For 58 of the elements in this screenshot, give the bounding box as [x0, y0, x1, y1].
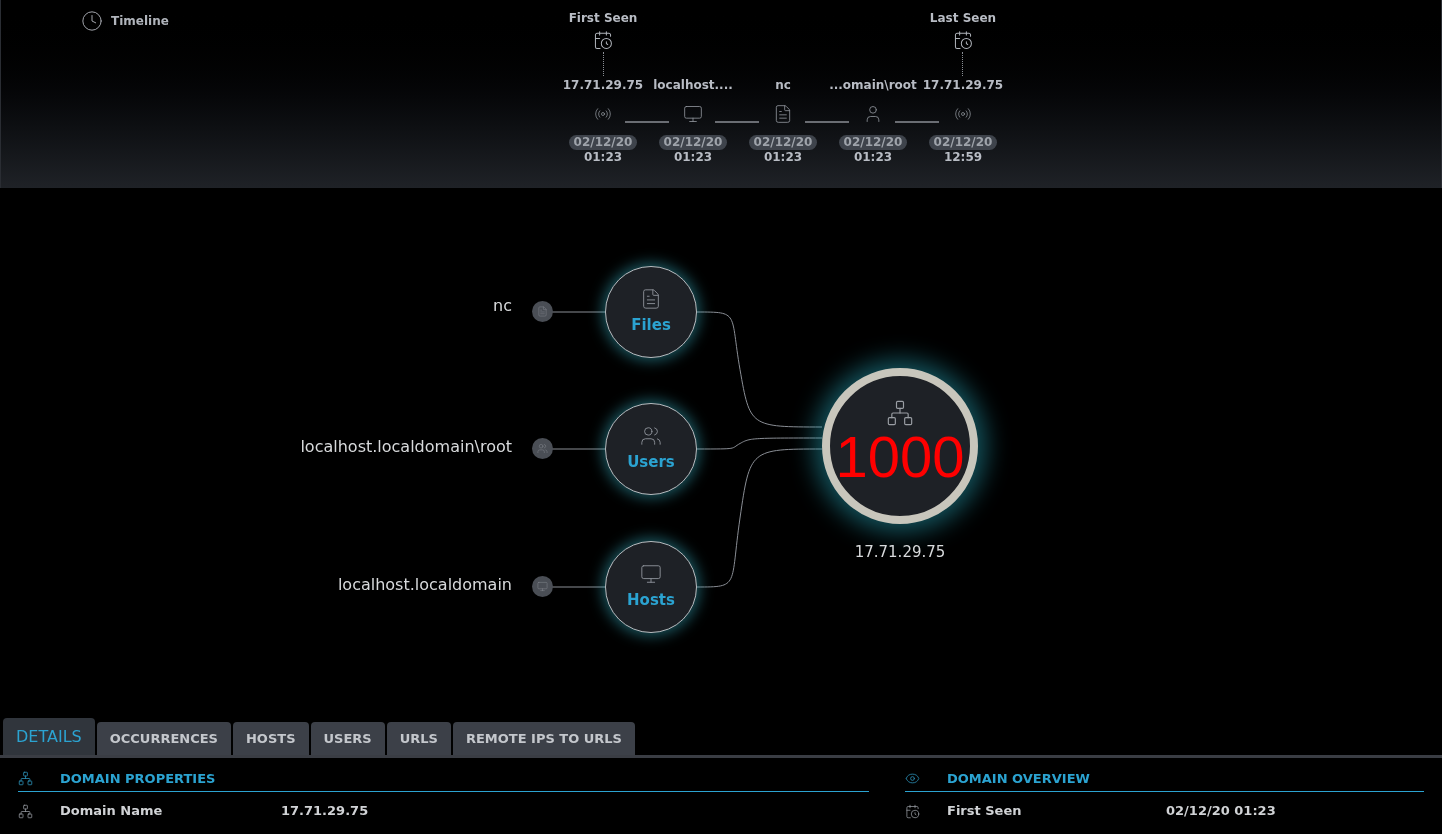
leaf-label: localhost.localdomain	[337, 574, 512, 596]
calendar-clock-icon	[592, 30, 614, 51]
network-icon	[18, 803, 33, 819]
leaf-node[interactable]	[532, 576, 553, 597]
tab[interactable]: REMOTE IPS TO URLS	[452, 722, 635, 755]
step-label: localhost....	[653, 77, 733, 94]
count-value: 1000	[835, 427, 965, 487]
time-label: 01:23	[583, 150, 623, 165]
user-icon	[640, 424, 662, 447]
network-icon	[886, 399, 914, 427]
property-value: 17.71.29.75	[281, 802, 369, 821]
file-icon	[537, 306, 548, 317]
calendar-clock-icon	[905, 803, 920, 819]
leaf-label: localhost.localdomain\root	[300, 436, 512, 458]
step-label: ...omain\root	[829, 77, 917, 94]
date-badge: 02/12/20	[658, 135, 728, 150]
tab[interactable]: DETAILS	[3, 718, 95, 755]
section-title: DOMAIN OVERVIEW	[947, 769, 1090, 788]
category-node[interactable]: Hosts	[605, 541, 697, 633]
marker-label: First Seen	[568, 10, 638, 27]
step-label: 17.71.29.75	[922, 77, 1004, 94]
leaf-label: nc	[493, 295, 512, 317]
host-icon	[640, 562, 662, 585]
step-label: 17.71.29.75	[562, 77, 644, 94]
time-label: 01:23	[673, 150, 713, 165]
category-node[interactable]: Files	[605, 266, 697, 358]
property-label: First Seen	[947, 802, 1023, 821]
leaf-node[interactable]	[532, 301, 553, 322]
time-label: 12:59	[943, 150, 983, 165]
date-badge: 02/12/20	[928, 135, 998, 150]
tab[interactable]: OCCURRENCES	[96, 722, 231, 755]
step-label: nc	[775, 77, 791, 94]
user-icon	[537, 443, 548, 454]
calendar-clock-icon	[952, 30, 974, 51]
tab[interactable]: URLS	[386, 722, 451, 755]
section-title: DOMAIN PROPERTIES	[60, 769, 216, 788]
date-badge: 02/12/20	[838, 135, 908, 150]
file-icon	[773, 104, 793, 124]
center-label: 17.71.29.75	[853, 542, 947, 563]
clock-icon	[81, 10, 103, 32]
category-node[interactable]: Users	[605, 403, 697, 495]
marker-label: Last Seen	[929, 10, 997, 27]
date-badge: 02/12/20	[748, 135, 818, 150]
host-icon	[683, 104, 703, 124]
center-node[interactable]: 1000	[822, 368, 978, 524]
timeline-title: Timeline	[111, 13, 169, 30]
time-label: 01:23	[763, 150, 803, 165]
network-icon	[18, 771, 33, 786]
time-label: 01:23	[853, 150, 893, 165]
host-icon	[537, 581, 548, 592]
tab[interactable]: HOSTS	[232, 722, 309, 755]
leaf-node[interactable]	[532, 438, 553, 459]
eye-icon	[905, 771, 920, 786]
date-badge: 02/12/20	[568, 135, 638, 150]
file-icon	[640, 287, 662, 310]
property-label: Domain Name	[60, 802, 164, 821]
property-value: 02/12/20 01:23	[1166, 802, 1276, 821]
tab[interactable]: USERS	[310, 722, 385, 755]
